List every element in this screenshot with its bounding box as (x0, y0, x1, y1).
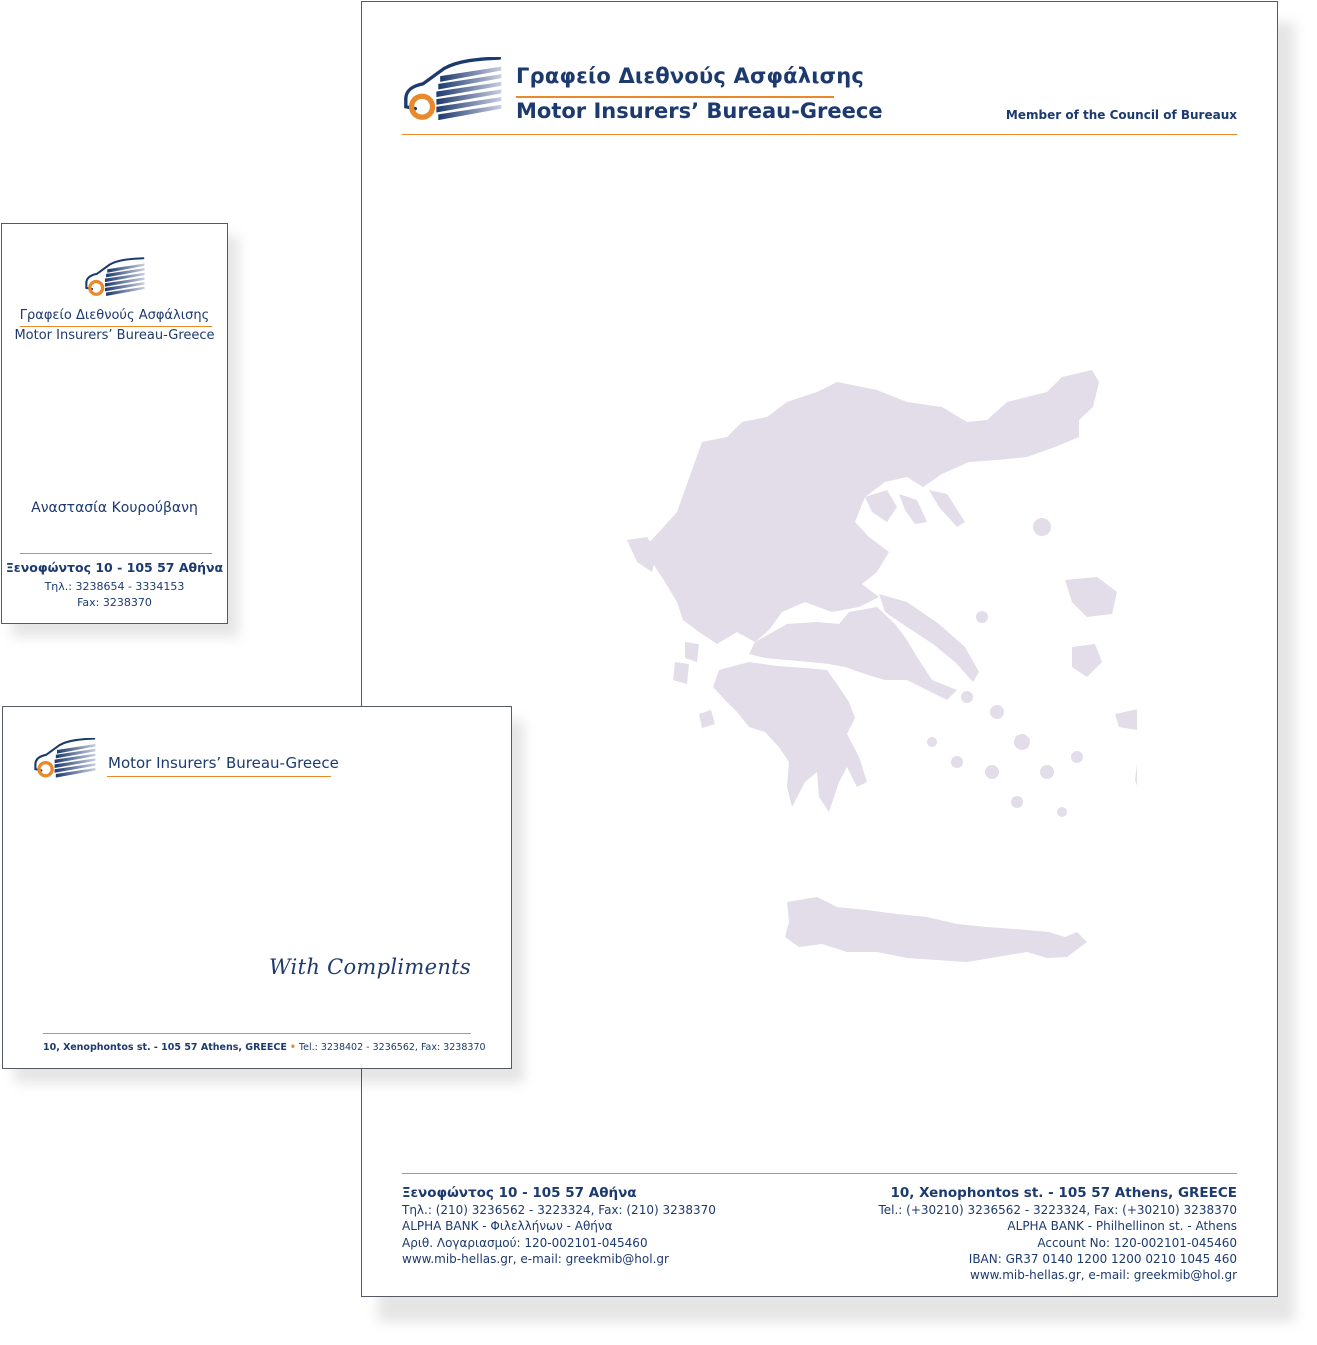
card-title-greek: Γραφείο Διεθνούς Ασφάλισης (19, 308, 210, 323)
title-underline (516, 96, 834, 98)
slip-title: Motor Insurers’ Bureau-Greece (108, 754, 339, 772)
footer-english-web: www.mib-hellas.gr, e-mail: greekmib@hol.… (970, 1268, 1237, 1283)
footer-english-iban: IBAN: GR37 0140 1200 1200 0210 1045 460 (968, 1251, 1237, 1266)
footer-english: 10, Xenophontos st. - 105 57 Athens, GRE… (878, 1185, 1237, 1283)
member-text: Member of the Council of Bureaux (1005, 108, 1237, 122)
header-divider (402, 134, 1237, 135)
car-wheel-logo-icon (402, 57, 507, 124)
footer-greek-address: Ξενοφώντος 10 - 105 57 Αθήνα (402, 1185, 637, 1201)
card-phone: Τηλ.: 3238654 - 3334153 (44, 580, 185, 593)
car-wheel-logo-icon (84, 257, 148, 299)
with-compliments-text: With Compliments (269, 955, 471, 979)
card-divider (20, 553, 212, 554)
title-underline (20, 326, 212, 327)
footer-greek-web: www.mib-hellas.gr, e-mail: greekmib@hol.… (402, 1251, 669, 1266)
compliments-slip: Motor Insurers’ Bureau-Greece With Compl… (2, 706, 512, 1069)
footer-greek-bank: ALPHA BANK - Φιλελλήνων - Αθήνα (402, 1219, 613, 1234)
footer-english-phone: Tel.: (+30210) 3236562 - 3223324, Fax: (… (878, 1203, 1237, 1218)
separator-dot: • (289, 1042, 296, 1053)
footer-english-bank: ALPHA BANK - Philhellinon st. - Athens (1007, 1219, 1237, 1234)
car-wheel-logo-icon (33, 738, 99, 780)
greece-map-icon (627, 370, 1137, 962)
card-fax: Fax: 3238370 (77, 596, 152, 609)
footer-greek-account: Αριθ. Λογαριασμού: 120-002101-045460 (402, 1235, 648, 1250)
card-person-name: Αναστασία Κουρούβανη (31, 500, 198, 516)
business-card: Γραφείο Διεθνούς Ασφάλισης Motor Insurer… (1, 223, 228, 624)
footer-english-account: Account No: 120-002101-045460 (1037, 1235, 1237, 1250)
footer-english-address: 10, Xenophontos st. - 105 57 Athens, GRE… (890, 1185, 1237, 1201)
slip-contact: Tel.: 3238402 - 3236562, Fax: 3238370 (298, 1042, 486, 1053)
letterhead-title-greek: Γραφείο Διεθνούς Ασφάλισης (516, 64, 864, 88)
letterhead-title-english: Motor Insurers’ Bureau-Greece (516, 99, 883, 123)
slip-footer: 10, Xenophontos st. - 105 57 Athens, GRE… (43, 1042, 486, 1053)
footer-divider (402, 1173, 1237, 1174)
title-underline (107, 776, 331, 777)
slip-address: 10, Xenophontos st. - 105 57 Athens, GRE… (43, 1042, 287, 1053)
footer-greek-phone: Τηλ.: (210) 3236562 - 3223324, Fax: (210… (402, 1203, 716, 1218)
card-title-english: Motor Insurers’ Bureau-Greece (14, 328, 215, 343)
footer-greek: Ξενοφώντος 10 - 105 57 Αθήνα Τηλ.: (210)… (402, 1185, 716, 1267)
card-address: Ξενοφώντος 10 - 105 57 Αθήνα (5, 560, 224, 575)
letterhead-sheet: Γραφείο Διεθνούς Ασφάλισης Motor Insurer… (361, 1, 1278, 1297)
slip-divider (43, 1033, 471, 1034)
